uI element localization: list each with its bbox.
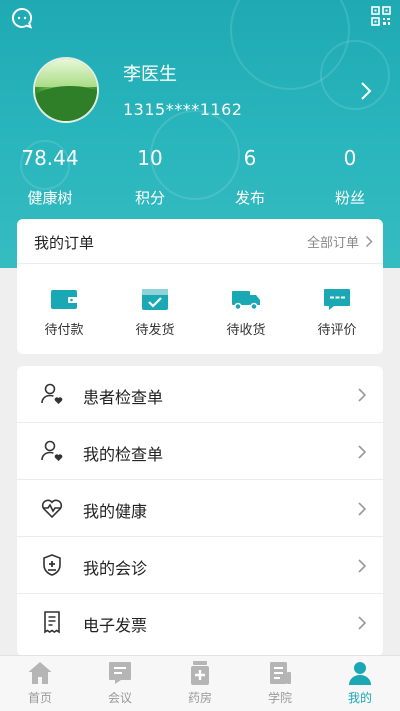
stat-label: 健康树 bbox=[27, 189, 73, 207]
order-label: 待收货 bbox=[226, 323, 266, 338]
tab-label: 药房 bbox=[187, 691, 212, 705]
stats-row: 78.44 健康树 10 积分 6 发布 0 粉丝 bbox=[0, 145, 400, 215]
tab-label: 学院 bbox=[267, 691, 292, 705]
stat-value: 10 bbox=[137, 146, 163, 170]
tab-meeting[interactable]: 会议 bbox=[80, 660, 160, 706]
stat-value: 6 bbox=[243, 146, 257, 170]
orders-title: 我的订单 bbox=[34, 234, 95, 252]
tab-profile[interactable]: 我的 bbox=[320, 660, 400, 706]
chevron-right-icon bbox=[365, 235, 373, 248]
order-pending-receipt[interactable]: 待收货 bbox=[201, 287, 291, 338]
menu-item-label: 我的检查单 bbox=[83, 445, 164, 464]
order-pending-payment[interactable]: 待付款 bbox=[19, 287, 109, 338]
stat-label: 积分 bbox=[134, 189, 165, 207]
stat-label: 粉丝 bbox=[334, 189, 365, 207]
wallet-icon bbox=[51, 290, 77, 309]
order-label: 待付款 bbox=[44, 323, 84, 338]
avatar[interactable] bbox=[33, 57, 99, 123]
medical-shield-icon bbox=[43, 554, 61, 576]
chevron-right-icon bbox=[358, 445, 367, 459]
menu-item-my-health[interactable]: 我的健康 bbox=[17, 480, 383, 537]
user-heart-icon bbox=[41, 440, 63, 461]
chevron-right-icon bbox=[358, 502, 367, 516]
bottom-tab-bar: 首页 会议 药房 学院 我的 bbox=[0, 655, 400, 711]
package-check-icon bbox=[142, 289, 168, 310]
order-label: 待发货 bbox=[135, 323, 175, 338]
order-label: 待评价 bbox=[317, 323, 357, 338]
all-orders-label: 全部订单 bbox=[306, 236, 359, 251]
stat-points[interactable]: 10 积分 bbox=[100, 145, 200, 208]
menu-item-label: 患者检查单 bbox=[83, 388, 164, 407]
menu-list: 患者检查单 我的检查单 我的健康 我的会诊 电子发票 bbox=[17, 366, 383, 656]
comment-icon bbox=[324, 289, 350, 310]
chevron-right-icon[interactable] bbox=[356, 80, 376, 102]
menu-item-patient-checklist[interactable]: 患者检查单 bbox=[17, 366, 383, 423]
menu-item-e-invoice[interactable]: 电子发票 bbox=[17, 594, 383, 651]
order-pending-review[interactable]: 待评价 bbox=[292, 287, 382, 338]
meeting-icon bbox=[109, 662, 131, 684]
chevron-right-icon bbox=[358, 559, 367, 573]
stat-health-tree[interactable]: 78.44 健康树 bbox=[0, 145, 100, 208]
truck-icon bbox=[232, 291, 260, 311]
pharmacy-icon bbox=[191, 661, 209, 685]
order-pending-shipment[interactable]: 待发货 bbox=[110, 287, 200, 338]
menu-item-my-checklist[interactable]: 我的检查单 bbox=[17, 423, 383, 480]
menu-item-label: 电子发票 bbox=[83, 616, 148, 635]
user-phone: 1315****1162 bbox=[123, 100, 243, 119]
academy-icon bbox=[270, 662, 291, 684]
chevron-right-icon bbox=[358, 388, 367, 402]
menu-item-label: 我的健康 bbox=[83, 502, 148, 521]
tab-label: 我的 bbox=[347, 691, 372, 705]
profile-icon bbox=[349, 662, 371, 685]
chat-bubble-icon[interactable] bbox=[10, 6, 34, 30]
stat-label: 发布 bbox=[234, 189, 265, 207]
avatar-sky bbox=[35, 59, 97, 87]
orders-card: 我的订单 全部订单 待付款 待发货 待收货 待评价 bbox=[17, 219, 383, 354]
tab-home[interactable]: 首页 bbox=[0, 660, 80, 706]
user-name: 李医生 bbox=[123, 64, 177, 85]
qr-code-icon[interactable] bbox=[370, 5, 392, 27]
home-icon bbox=[28, 662, 52, 684]
receipt-icon bbox=[44, 611, 60, 634]
stat-posts[interactable]: 6 发布 bbox=[200, 145, 300, 208]
avatar-hill bbox=[35, 86, 97, 121]
tab-label: 会议 bbox=[107, 691, 132, 705]
tab-label: 首页 bbox=[27, 691, 52, 705]
stat-fans[interactable]: 0 粉丝 bbox=[300, 145, 400, 208]
tab-pharmacy[interactable]: 药房 bbox=[160, 660, 240, 706]
header-decoration bbox=[320, 40, 390, 110]
menu-item-my-consultation[interactable]: 我的会诊 bbox=[17, 537, 383, 594]
orders-header: 我的订单 全部订单 bbox=[17, 219, 383, 264]
chevron-right-icon bbox=[358, 616, 367, 630]
user-heart-icon bbox=[41, 383, 63, 404]
stat-value: 0 bbox=[343, 146, 357, 170]
stat-value: 78.44 bbox=[21, 146, 79, 170]
heartbeat-icon bbox=[41, 499, 63, 519]
menu-item-label: 我的会诊 bbox=[83, 559, 148, 578]
tab-academy[interactable]: 学院 bbox=[240, 660, 320, 706]
all-orders-link[interactable]: 全部订单 bbox=[307, 232, 373, 251]
